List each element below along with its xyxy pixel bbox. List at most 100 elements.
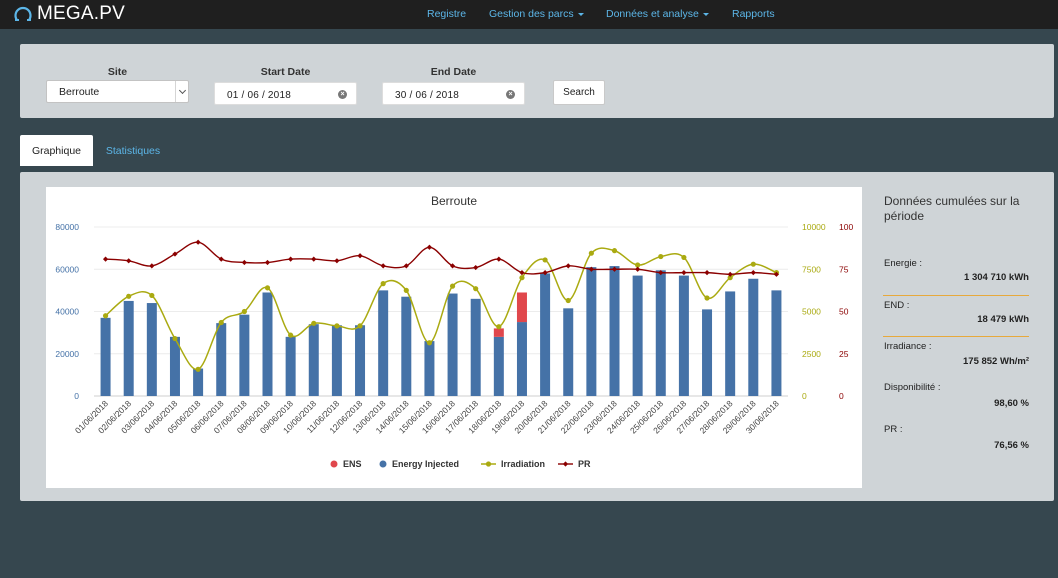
end-date-value: 30 / 06 / 2018 (395, 90, 459, 101)
energy-bar (493, 336, 504, 396)
brand-name: MEGA.PV (37, 3, 125, 24)
irradiation-point (611, 248, 618, 254)
energy-bar (702, 309, 713, 396)
energy-bar (378, 290, 389, 396)
irradiation-point (288, 332, 294, 338)
energy-bar (285, 336, 296, 396)
stats-title: Données cumulées sur la période (884, 194, 1020, 223)
irradiation-point (565, 297, 571, 304)
clear-icon[interactable]: × (338, 90, 347, 99)
pr-point (565, 263, 571, 269)
right-axis-irradiation-tick-label: 7500 (802, 264, 821, 274)
irradiation-point (403, 287, 409, 293)
pr-point (102, 256, 109, 262)
energy-bar (609, 266, 620, 396)
start-date-input[interactable]: 01 / 06 / 2018 × (214, 82, 357, 105)
stat-value-end: 18 479 kWh (977, 314, 1029, 325)
search-button[interactable]: Search (553, 80, 605, 105)
stat-label-end: END : (884, 300, 910, 311)
nav-label: Registre (427, 8, 467, 20)
energy-bar (146, 303, 157, 396)
legend-energy-label: Energy Injected (392, 459, 459, 469)
energy-bar (123, 300, 134, 396)
nav-label: Données et analyse (606, 8, 699, 20)
irradiation-point (149, 292, 155, 299)
pr-point (357, 253, 363, 259)
main-panel: Berroute 0 20000 40000 60000 80000 0 2500 5000 7… (20, 172, 1054, 501)
caret-down-icon (702, 12, 709, 16)
filter-panel: Site Berroute Start Date 01 / 06 / 2018 … (20, 44, 1054, 118)
nav-registre[interactable]: Registre (427, 8, 466, 20)
irradiation-point (704, 295, 710, 301)
divider (883, 336, 1029, 337)
irradiation-point (380, 281, 386, 287)
energy-bar (193, 368, 204, 396)
pr-point (635, 266, 641, 272)
site-select[interactable]: Berroute (46, 80, 189, 103)
irradiation-point (102, 313, 109, 319)
irradiation-point (426, 340, 433, 346)
irradiation-point (542, 257, 548, 263)
irradiation-line (105, 247, 777, 371)
top-navbar: MEGA.PV Registre Gestion des parcs Donné… (0, 0, 1058, 29)
nav-gestion-des-parcs[interactable]: Gestion des parcs (489, 8, 584, 20)
irradiation-point (449, 283, 456, 289)
irradiation-point (750, 261, 756, 267)
irradiation-point (334, 323, 340, 329)
energy-bar (447, 293, 458, 396)
pr-point (496, 256, 502, 262)
irradiation-point (172, 335, 178, 342)
energy-bar (308, 324, 319, 396)
pr-point (380, 263, 386, 269)
site-select-value: Berroute (59, 86, 100, 98)
irradiation-point (658, 253, 664, 260)
legend-energy-marker (379, 460, 387, 468)
left-axis-tick-label: 20000 (55, 349, 79, 359)
nav-rapports[interactable]: Rapports (732, 8, 775, 20)
right-axis-pr-tick-label: 50 (839, 307, 849, 317)
legend-pr-label: PR (578, 459, 591, 469)
energy-bar (725, 291, 736, 396)
right-axis-irradiation-tick-label: 0 (802, 391, 807, 401)
pr-point (288, 256, 294, 262)
right-axis-irradiation-tick-label: 5000 (802, 307, 821, 317)
pr-point (681, 270, 687, 276)
stat-label-irradiance: Irradiance : (884, 341, 932, 352)
irradiation-point (195, 366, 201, 372)
pr-point (704, 270, 710, 276)
end-date-input[interactable]: 30 / 06 / 2018 × (382, 82, 525, 105)
right-axis-irradiation-tick-label: 10000 (802, 222, 826, 232)
start-date-label: Start Date (260, 66, 311, 78)
stat-value-pr: 76,56 % (994, 440, 1029, 451)
right-axis-pr-tick-label: 0 (839, 391, 844, 401)
energy-bar (771, 290, 782, 396)
irradiation-point (473, 286, 479, 292)
energy-bar (563, 308, 574, 396)
stat-label-energie: Energie : (884, 258, 923, 269)
energy-bar (216, 323, 227, 396)
pr-point (750, 270, 756, 276)
energy-bar (100, 317, 111, 396)
tab-statistiques[interactable]: Statistiques (94, 135, 172, 166)
left-axis-tick-label: 80000 (55, 222, 79, 232)
energy-bar (355, 325, 366, 396)
brand-logo-icon (13, 4, 33, 25)
nav-donnees-et-analyse[interactable]: Données et analyse (606, 8, 709, 20)
energy-bar (401, 296, 412, 396)
irradiation-point (218, 319, 224, 326)
left-axis-tick-label: 0 (74, 391, 79, 401)
brand[interactable]: MEGA.PV (13, 3, 125, 25)
energy-bar (331, 325, 342, 396)
legend-ens-label: ENS (343, 459, 362, 469)
clear-icon[interactable]: × (506, 90, 515, 99)
pr-point (311, 256, 317, 262)
energy-bar (678, 275, 689, 396)
tab-graphique[interactable]: Graphique (20, 135, 93, 166)
left-axis-tick-label: 40000 (55, 307, 79, 317)
ens-bar (493, 328, 504, 337)
chevron-down-icon[interactable] (175, 81, 188, 102)
irradiation-point (588, 250, 594, 256)
pr-point (126, 258, 132, 264)
irradiation-point (241, 308, 247, 315)
energy-bar (748, 278, 759, 396)
